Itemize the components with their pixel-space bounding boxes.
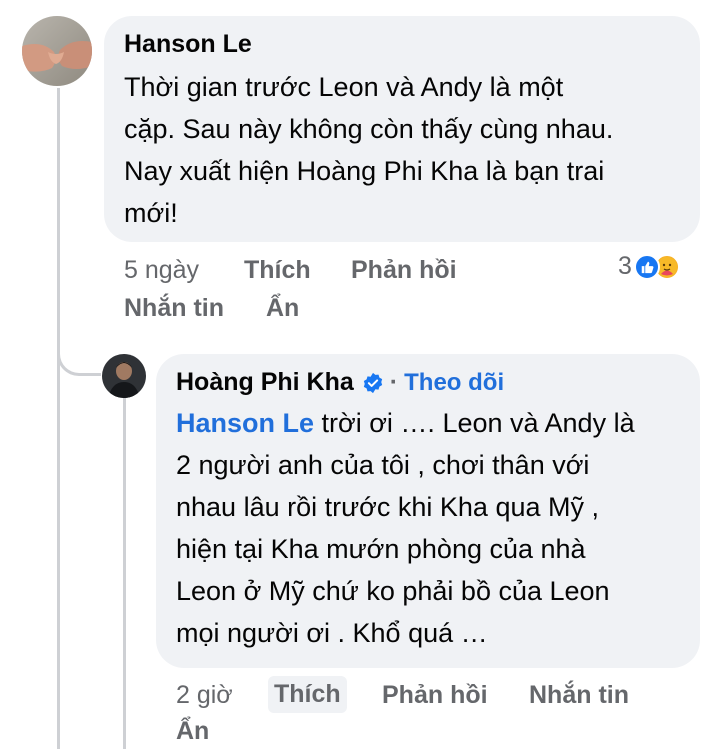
reply-line: nhau lâu rồi trước khi Kha qua Mỹ , xyxy=(176,492,599,522)
like-reaction-icon xyxy=(633,253,660,280)
verified-badge-icon xyxy=(362,372,384,394)
thread-line-main xyxy=(57,88,60,749)
reply-message-button[interactable]: Nhắn tin xyxy=(529,681,629,710)
comment-line: mới! xyxy=(124,198,178,228)
reply-author[interactable]: Hoàng Phi Kha xyxy=(176,368,354,397)
reply-reply-button[interactable]: Phản hồi xyxy=(382,681,488,710)
reply-line: hiện tại Kha mướn phòng của nhà xyxy=(176,534,586,564)
reply-like-button[interactable]: Thích xyxy=(268,676,347,713)
hoang-phi-kha-avatar[interactable] xyxy=(102,354,146,398)
comment-timestamp[interactable]: 5 ngày xyxy=(124,256,199,285)
reply-line-first: Hanson Le trời ơi …. Leon và Andy là xyxy=(176,402,696,444)
comment-reactions[interactable]: 3 xyxy=(618,252,680,281)
comment-like-button[interactable]: Thích xyxy=(244,256,311,285)
comment-author[interactable]: Hanson Le xyxy=(124,30,252,59)
thread-connector-curve xyxy=(57,336,101,376)
mention-link[interactable]: Hanson Le xyxy=(176,408,314,438)
reply-hide-button[interactable]: Ẩn xyxy=(176,717,209,746)
reply-line: trời ơi …. Leon và Andy là xyxy=(314,408,635,438)
reply-line: 2 người anh của tôi , chơi thân với xyxy=(176,450,590,480)
follow-button[interactable]: Theo dõi xyxy=(404,369,504,397)
comment-reply-button[interactable]: Phản hồi xyxy=(351,256,457,285)
thread-line-reply xyxy=(123,398,126,749)
comment-message-button[interactable]: Nhắn tin xyxy=(124,294,224,323)
comment-line: Nay xuất hiện Hoàng Phi Kha là bạn trai xyxy=(124,156,605,186)
reply-line: mọi người ơi . Khổ quá … xyxy=(176,618,488,648)
reaction-count: 3 xyxy=(618,252,632,280)
reply-line: Leon ở Mỹ chứ ko phải bồ của Leon xyxy=(176,576,610,606)
reply-timestamp[interactable]: 2 giờ xyxy=(176,681,233,710)
profile-avatar xyxy=(102,354,146,398)
comment-hide-button[interactable]: Ẩn xyxy=(266,294,299,323)
comment-line: cặp. Sau này không còn thấy cùng nhau. xyxy=(124,114,614,144)
header-separator: · xyxy=(389,368,399,396)
reply-header: Hoàng Phi Kha · Theo dõi xyxy=(176,368,504,397)
hands-avatar xyxy=(22,16,92,86)
comment-line: Thời gian trước Leon và Andy là một xyxy=(124,72,564,102)
comment-text: Thời gian trước Leon và Andy là một cặp.… xyxy=(124,66,694,234)
reply-text: Hanson Le trời ơi …. Leon và Andy là 2 n… xyxy=(176,402,696,654)
hanson-le-avatar[interactable] xyxy=(22,16,92,86)
